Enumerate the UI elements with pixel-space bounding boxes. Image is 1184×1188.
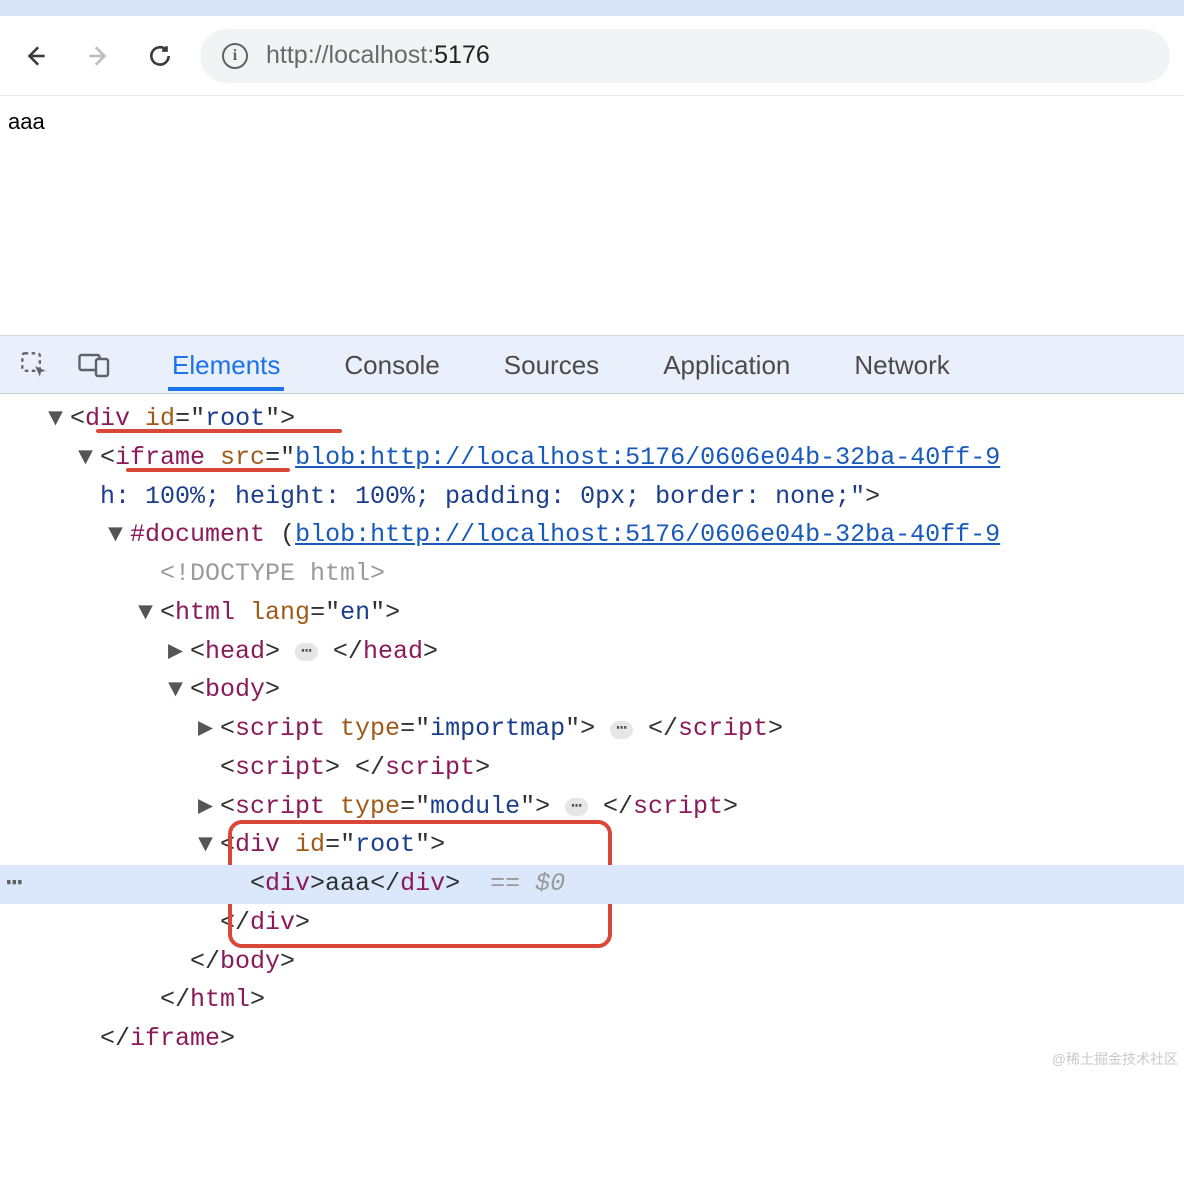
elements-tree[interactable]: ▼<div id="root"> ▼<iframe src="blob:http… xyxy=(0,394,1184,1071)
ellipsis-icon[interactable]: ⋯ xyxy=(295,643,318,661)
window-top-spacer xyxy=(0,0,1184,16)
chevron-right-icon[interactable]: ▶ xyxy=(198,710,220,749)
tab-console[interactable]: Console xyxy=(340,338,443,391)
ellipsis-icon[interactable]: ⋯ xyxy=(565,798,588,816)
watermark: @稀土掘金技术社区 xyxy=(1052,1049,1178,1069)
dom-node: <!DOCTYPE html> xyxy=(0,555,1184,594)
page-viewport: aaa xyxy=(0,96,1184,336)
dom-node[interactable]: </div> xyxy=(0,904,1184,943)
page-content: aaa xyxy=(8,109,45,134)
dom-node[interactable]: ▶<script type="module"> ⋯ </script> xyxy=(0,788,1184,827)
dom-node[interactable]: ▼<div id="root"> xyxy=(0,826,1184,865)
chevron-down-icon[interactable]: ▼ xyxy=(198,826,220,865)
dom-node[interactable]: ▼<body> xyxy=(0,671,1184,710)
chevron-down-icon[interactable]: ▼ xyxy=(168,671,190,710)
annotation-underline xyxy=(96,429,342,433)
chevron-down-icon[interactable]: ▼ xyxy=(48,400,70,439)
dom-node[interactable]: <script> </script> xyxy=(0,749,1184,788)
browser-toolbar: i http://localhost:5176 xyxy=(0,16,1184,96)
chevron-right-icon[interactable]: ▶ xyxy=(168,633,190,672)
dom-node[interactable]: ▶<script type="importmap"> ⋯ </script> xyxy=(0,710,1184,749)
dom-node[interactable]: </html> xyxy=(0,981,1184,1020)
chevron-right-icon[interactable]: ▶ xyxy=(198,788,220,827)
address-bar[interactable]: i http://localhost:5176 xyxy=(200,29,1170,83)
device-toggle-icon[interactable] xyxy=(76,347,112,383)
tab-elements[interactable]: Elements xyxy=(168,338,284,391)
devtools-tab-bar: Elements Console Sources Application Net… xyxy=(0,336,1184,394)
dom-node[interactable]: </body> xyxy=(0,943,1184,982)
dom-node-style: h: 100%; height: 100%; padding: 0px; bor… xyxy=(0,478,1184,517)
ellipsis-icon[interactable]: ⋯ xyxy=(610,721,633,739)
dom-node[interactable]: </iframe> xyxy=(0,1020,1184,1059)
dom-node[interactable]: ▶<head> ⋯ </head> xyxy=(0,633,1184,672)
inspect-icon[interactable] xyxy=(16,347,52,383)
url-text: http://localhost:5176 xyxy=(266,41,490,70)
site-info-icon[interactable]: i xyxy=(222,43,248,69)
nav-back-button[interactable] xyxy=(14,36,58,76)
annotation-underline xyxy=(126,468,290,472)
tab-network[interactable]: Network xyxy=(850,338,953,391)
tab-application[interactable]: Application xyxy=(659,338,794,391)
chevron-down-icon[interactable]: ▼ xyxy=(108,516,130,555)
chevron-down-icon[interactable]: ▼ xyxy=(138,594,160,633)
more-icon[interactable]: ⋯ xyxy=(6,863,23,906)
nav-forward-button[interactable] xyxy=(76,36,120,76)
chevron-down-icon[interactable]: ▼ xyxy=(78,439,100,478)
dom-node-selected[interactable]: ⋯ <div>aaa</div> == $0 xyxy=(0,865,1184,904)
devtools-panel: Elements Console Sources Application Net… xyxy=(0,336,1184,1071)
nav-reload-button[interactable] xyxy=(138,36,182,76)
dom-node[interactable]: ▼<html lang="en"> xyxy=(0,594,1184,633)
tab-sources[interactable]: Sources xyxy=(500,338,603,391)
dom-node[interactable]: ▼#document (blob:http://localhost:5176/0… xyxy=(0,516,1184,555)
